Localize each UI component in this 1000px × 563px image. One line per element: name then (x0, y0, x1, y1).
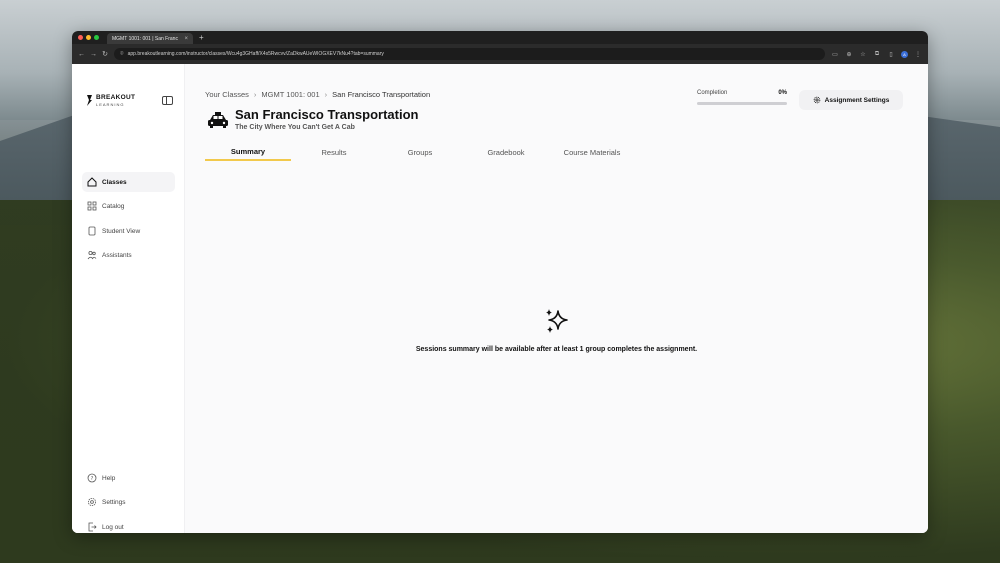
url-text: app.breakoutlearning.com/instructor/clas… (127, 51, 384, 57)
page-title: San Francisco Transportation (235, 107, 419, 122)
tab-groups[interactable]: Groups (377, 143, 463, 161)
sidebar-item-label: Help (102, 474, 116, 482)
profile-avatar[interactable]: A (901, 50, 908, 58)
close-tab-icon[interactable]: × (184, 36, 188, 42)
taxi-icon (208, 112, 228, 128)
sparkles-icon (545, 309, 568, 333)
logo-text: BREAKOUT (96, 94, 136, 101)
tab-strip: MGMT 1001: 001 | San Franc × + (72, 31, 928, 44)
forward-icon[interactable]: → (90, 51, 97, 58)
address-bar-row: ← → ↻ ⌾ app.breakoutlearning.com/instruc… (72, 44, 928, 64)
minimize-window-button[interactable] (86, 35, 91, 40)
completion-meter: Completion 0% (697, 90, 787, 105)
sidebar-item-label: Classes (102, 178, 127, 186)
main-content: Your Classes › MGMT 1001: 001 › San Fran… (185, 64, 928, 533)
help-icon: ? (87, 473, 97, 483)
document-icon (87, 226, 97, 236)
users-icon (87, 250, 97, 260)
assignment-settings-label: Assignment Settings (824, 96, 890, 104)
sidebar-item-label: Assistants (102, 251, 132, 259)
empty-state: Sessions summary will be available after… (185, 307, 928, 353)
sidebar-item-label: Settings (102, 498, 126, 506)
svg-text:?: ? (91, 476, 94, 482)
chevron-right-icon: › (324, 90, 328, 99)
logo-mark-icon (87, 95, 92, 107)
chevron-right-icon: › (253, 90, 257, 99)
cast-icon[interactable]: ▭ (831, 51, 839, 58)
breadcrumb-current: San Francisco Transportation (332, 90, 431, 99)
extensions-icon[interactable]: ⧉ (873, 51, 881, 58)
completion-label: Completion (697, 90, 728, 96)
assignment-settings-button[interactable]: Assignment Settings (799, 90, 903, 110)
sidebar-item-logout[interactable]: Log out (82, 517, 175, 533)
empty-state-message: Sessions summary will be available after… (415, 346, 698, 353)
home-icon (87, 177, 97, 187)
reload-icon[interactable]: ↻ (102, 50, 108, 58)
sidebar: BREAKOUT LEARNING Classes Catalog Studen… (72, 64, 185, 533)
back-icon[interactable]: ← (78, 51, 85, 58)
browser-tab-title: MGMT 1001: 001 | San Franc (112, 35, 178, 42)
logo-subtext: LEARNING (96, 101, 125, 107)
tab-gradebook[interactable]: Gradebook (463, 143, 549, 161)
browser-menu-icon[interactable]: ⋮ (914, 51, 922, 58)
sidebar-item-assistants[interactable]: Assistants (82, 245, 175, 265)
gear-icon (813, 96, 820, 104)
page-header: San Francisco Transportation The City Wh… (207, 107, 419, 132)
window-controls (78, 35, 99, 40)
sidebar-item-classes[interactable]: Classes (82, 172, 175, 192)
sidebar-item-label: Student View (102, 227, 141, 235)
site-info-icon[interactable]: ⌾ (120, 51, 124, 58)
collapse-sidebar-icon[interactable] (162, 96, 173, 105)
maximize-window-button[interactable] (94, 35, 99, 40)
grid-icon (87, 201, 97, 211)
tab-course-materials[interactable]: Course Materials (549, 143, 635, 161)
logo: BREAKOUT LEARNING (86, 94, 136, 107)
url-field[interactable]: ⌾ app.breakoutlearning.com/instructor/cl… (114, 48, 825, 60)
app: BREAKOUT LEARNING Classes Catalog Studen… (72, 64, 928, 533)
bookmark-star-icon[interactable]: ☆ (859, 51, 867, 58)
new-tab-button[interactable]: + (199, 33, 204, 42)
sidebar-item-student-view[interactable]: Student View (82, 221, 175, 241)
completion-percent: 0% (778, 90, 787, 96)
close-window-button[interactable] (78, 35, 83, 40)
completion-progress-bar (697, 102, 787, 105)
sidebar-item-catalog[interactable]: Catalog (82, 196, 175, 216)
breadcrumb-your-classes[interactable]: Your Classes (205, 90, 249, 99)
logout-icon (87, 522, 97, 532)
tab-bar: Summary Results Groups Gradebook Course … (205, 143, 635, 161)
browser-window: MGMT 1001: 001 | San Franc × + ← → ↻ ⌾ a… (72, 31, 928, 533)
gear-icon (87, 497, 97, 507)
browser-tab[interactable]: MGMT 1001: 001 | San Franc × (107, 33, 193, 44)
sidepanel-icon[interactable]: ▯ (887, 51, 895, 58)
tab-results[interactable]: Results (291, 143, 377, 161)
tab-summary[interactable]: Summary (205, 143, 291, 161)
sidebar-item-settings[interactable]: Settings (82, 492, 175, 512)
breadcrumb-class[interactable]: MGMT 1001: 001 (261, 90, 319, 99)
page-subtitle: The City Where You Can't Get A Cab (235, 124, 355, 132)
sidebar-item-label: Catalog (102, 202, 125, 210)
sidebar-item-help[interactable]: ? Help (82, 468, 175, 488)
sidebar-item-label: Log out (102, 523, 124, 531)
breadcrumb: Your Classes › MGMT 1001: 001 › San Fran… (205, 90, 430, 99)
zoom-icon[interactable]: ⊕ (845, 51, 853, 58)
